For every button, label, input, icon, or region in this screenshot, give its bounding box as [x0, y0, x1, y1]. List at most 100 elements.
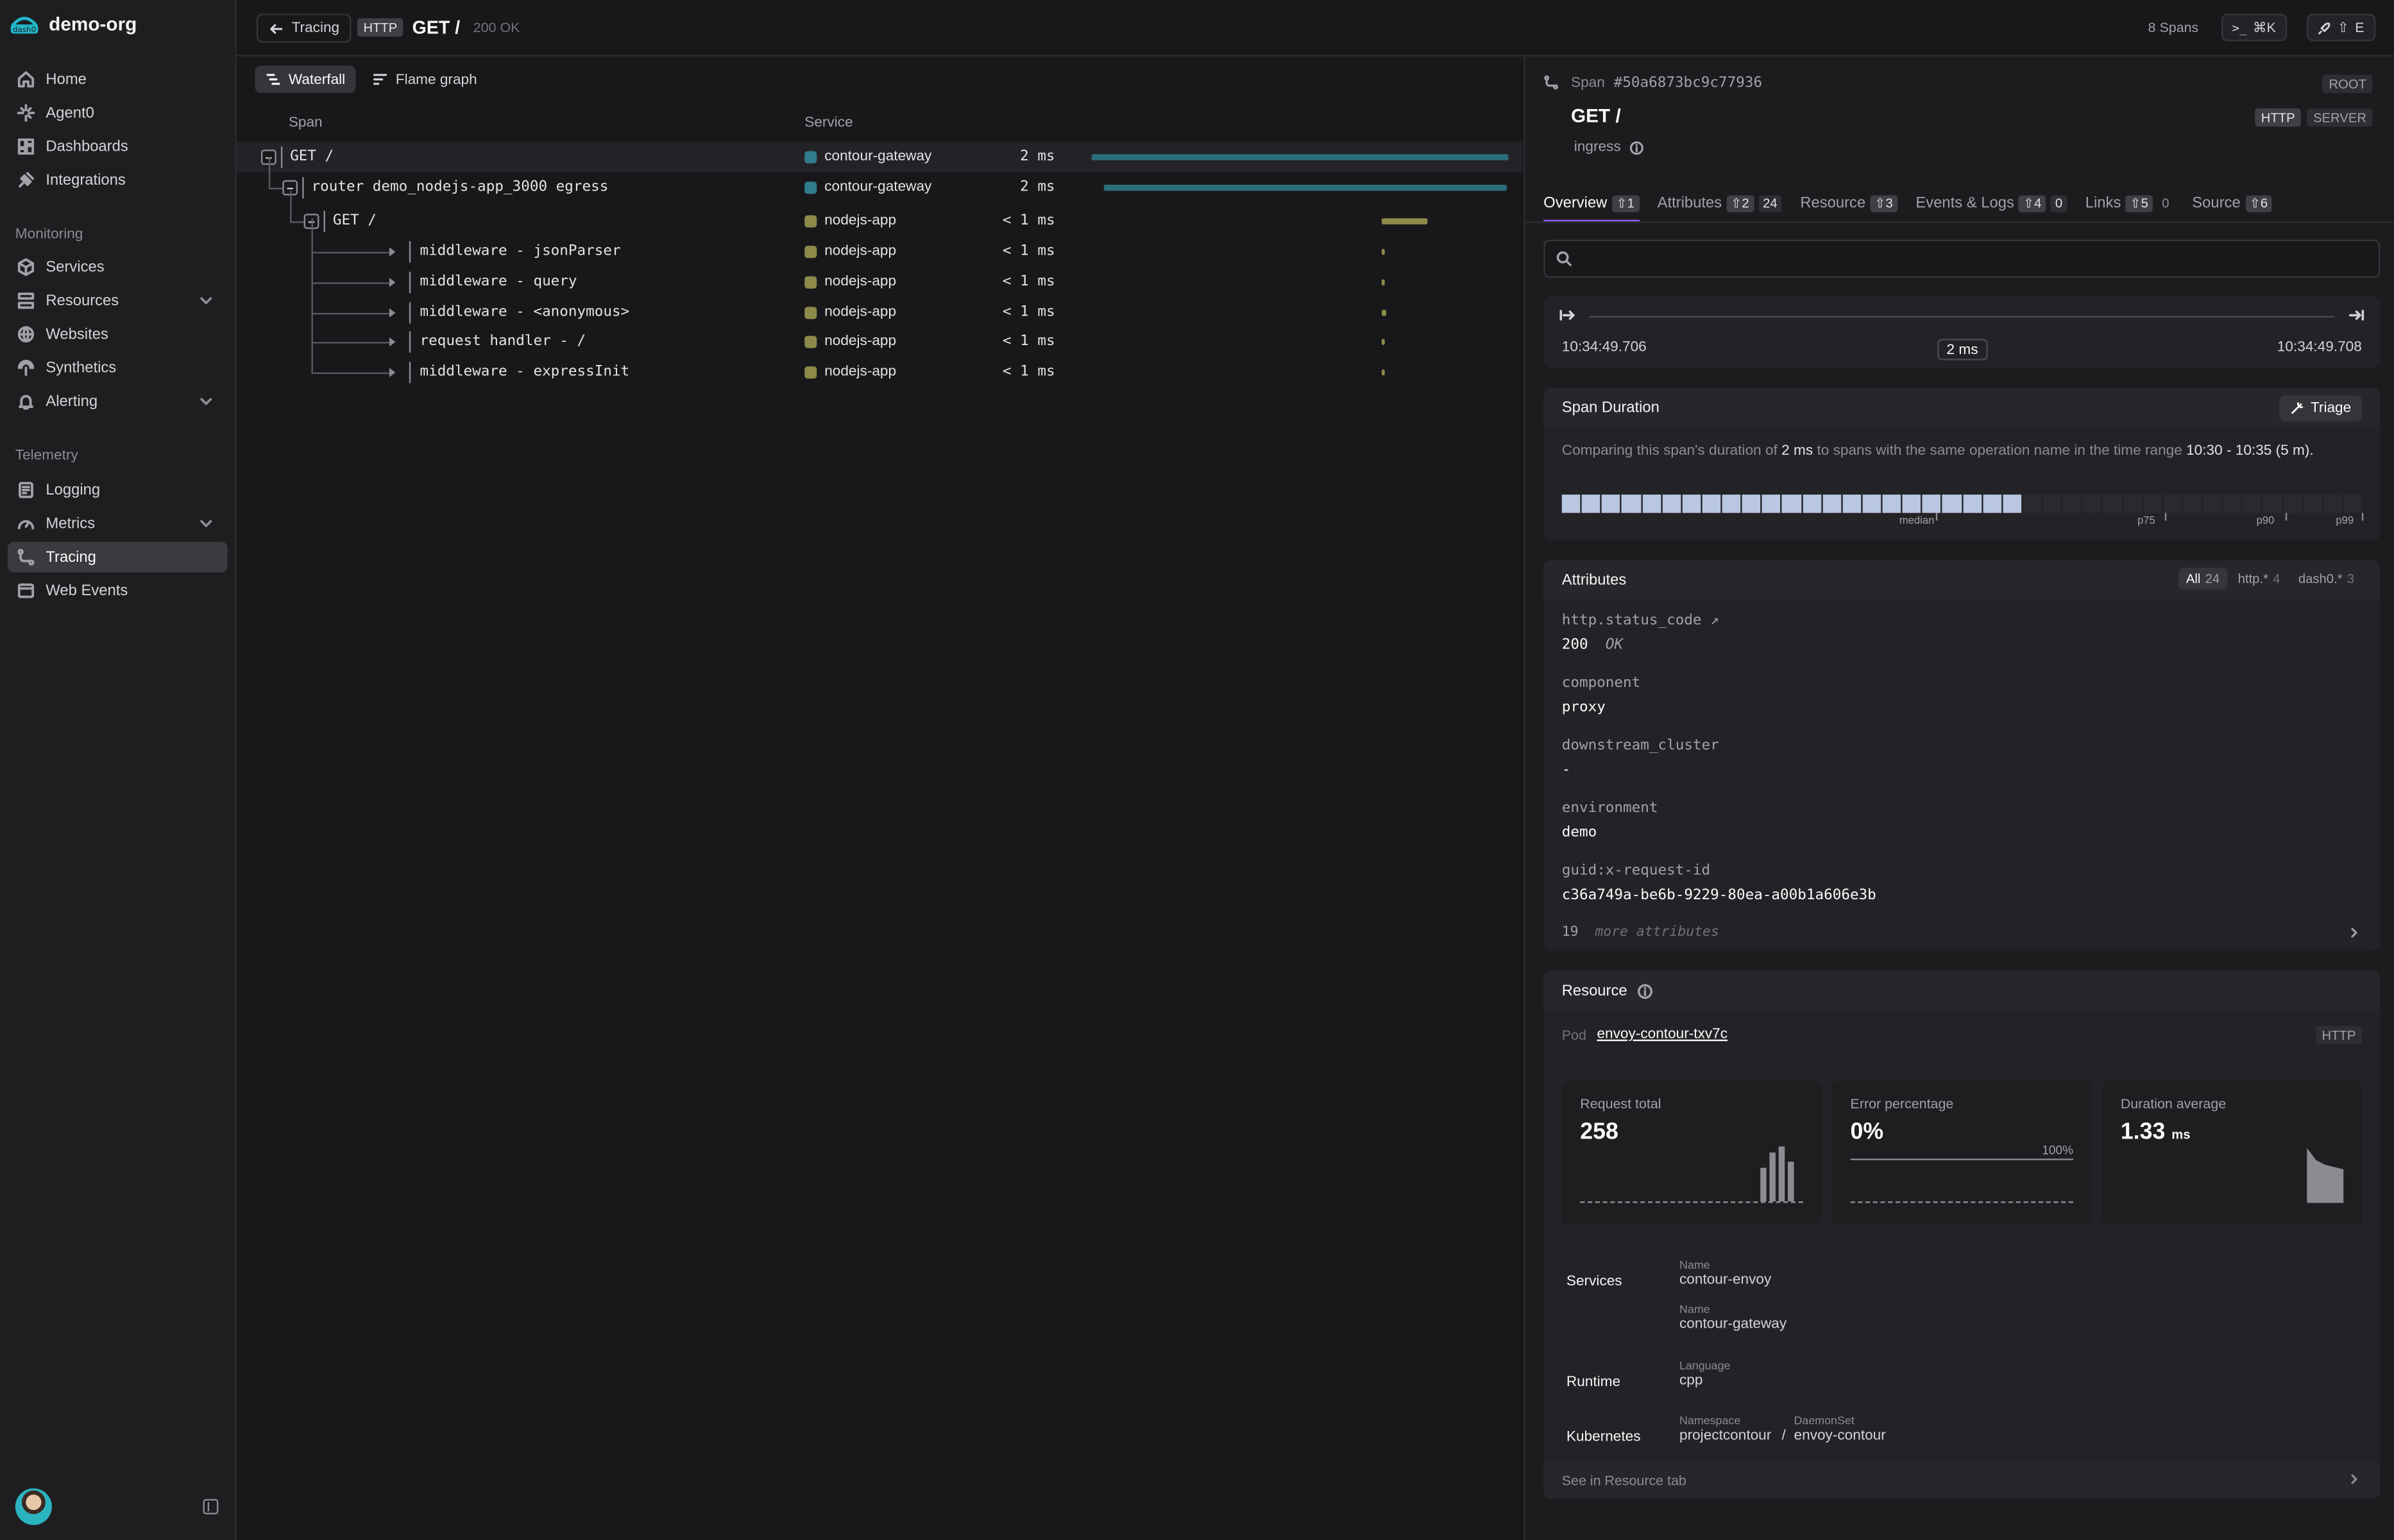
span-row[interactable]: router demo_nodejs-app_3000 egress contou…	[237, 157, 1522, 203]
nav-web-events[interactable]: Web Events	[8, 575, 228, 606]
histogram-bucket	[2343, 495, 2362, 513]
nav-logging[interactable]: Logging	[8, 475, 228, 505]
server-badge: SERVER	[2307, 108, 2373, 127]
span-id[interactable]: #50a6873bc9c77936	[1614, 75, 1762, 92]
tab-shortcut: ⇧ 6	[2245, 194, 2273, 212]
span-row[interactable]: GET / nodejs-app < 1 ms	[237, 190, 1522, 237]
span-row[interactable]: middleware - <anonymous> nodejs-app < 1 ms	[237, 282, 1522, 328]
back-label: Tracing	[291, 19, 340, 37]
filter-count: 24	[2205, 571, 2220, 586]
nav-home[interactable]: Home	[8, 64, 228, 95]
nav-alerting[interactable]: Alerting	[8, 386, 228, 417]
tab-source[interactable]: Source ⇧ 6	[2192, 185, 2273, 221]
nav-metrics[interactable]: Metrics	[8, 509, 228, 539]
span-row[interactable]: middleware - query nodejs-app < 1 ms	[237, 251, 1522, 298]
timeline-duration: 2 ms	[1937, 339, 1987, 360]
histogram-bucket	[1561, 495, 1581, 513]
span-duration-bar[interactable]	[1381, 279, 1385, 286]
runtime-label: Runtime	[1566, 1374, 1621, 1391]
chevron-down-icon[interactable]	[197, 292, 216, 310]
metric-request-total[interactable]: Request total 258	[1561, 1081, 1822, 1224]
span-duration-bar[interactable]	[1381, 310, 1387, 316]
attribute-component[interactable]: component proxy	[1562, 675, 1641, 716]
shortcut-e-button[interactable]: ⇧ E	[2307, 13, 2375, 42]
attribute-environment[interactable]: environment demo	[1562, 800, 1658, 841]
triage-button[interactable]: Triage	[2280, 395, 2362, 421]
pod-name-link[interactable]: envoy-contour-txv7c	[1597, 1026, 1728, 1042]
span-row[interactable]: middleware - jsonParser nodejs-app < 1 ms	[237, 218, 1522, 267]
span-row[interactable]: request handler - / nodejs-app < 1 ms	[237, 311, 1522, 357]
chevron-down-icon[interactable]	[197, 393, 216, 411]
span-duration-bar[interactable]	[1103, 184, 1507, 191]
nav-label: Synthetics	[46, 359, 117, 377]
attr-key: guid:x-request-id	[1561, 862, 1711, 879]
metric-value: 258	[1580, 1119, 1618, 1146]
org-switcher[interactable]: dash0 demo-org	[9, 12, 137, 37]
span-service: contour-gateway	[804, 178, 931, 196]
span-duration-bar[interactable]	[1381, 248, 1385, 255]
span-name: middleware - <anonymous>	[420, 303, 630, 321]
nav-synthetics[interactable]: Synthetics	[8, 353, 228, 384]
tab-overview[interactable]: Overview ⇧ 1	[1543, 185, 1640, 223]
more-attributes-link[interactable]: 19 more attributes	[1562, 925, 1719, 940]
tab-resource[interactable]: Resource ⇧ 3	[1800, 185, 1897, 221]
span-row[interactable]: GET / contour-gateway 2 ms	[236, 142, 1522, 173]
tab-attributes[interactable]: Attributes ⇧ 2 24	[1658, 185, 1782, 221]
filter-http[interactable]: http.* 4	[2230, 568, 2288, 589]
desc-duration: 2 ms	[1781, 443, 1813, 460]
nav-agent0[interactable]: Agent0	[8, 97, 228, 128]
span-row[interactable]: middleware - expressInit nodejs-app < 1 ms	[237, 342, 1522, 388]
nav-integrations[interactable]: Integrations	[8, 165, 228, 196]
user-avatar[interactable]	[15, 1488, 52, 1525]
chevron-down-icon[interactable]	[197, 514, 216, 533]
histogram-bucket	[1782, 495, 1801, 513]
span-service: nodejs-app	[804, 212, 896, 229]
span-duration: 2 ms	[1020, 178, 1055, 196]
nav-websites[interactable]: Websites	[8, 319, 228, 350]
attribute-downstream-cluster[interactable]: downstream_cluster -	[1562, 738, 1719, 779]
info-icon[interactable]	[1629, 140, 1644, 155]
tab-events-logs[interactable]: Events & Logs ⇧ 4 0	[1915, 185, 2067, 221]
nav-tracing[interactable]: Tracing	[7, 541, 228, 573]
span-duration-bar[interactable]	[1381, 339, 1385, 345]
tab-label: Overview	[1543, 194, 1608, 212]
histogram-bucket	[1702, 495, 1721, 513]
filter-all[interactable]: All 24	[2178, 568, 2228, 589]
nav-dashboards[interactable]: Dashboards	[8, 131, 228, 162]
tab-waterfall[interactable]: Waterfall	[255, 65, 356, 94]
tab-shortcut: ⇧ 3	[1870, 194, 1897, 212]
command-palette-button[interactable]: >_ ⌘K	[2221, 13, 2287, 42]
span-duration-bar[interactable]	[1381, 369, 1385, 376]
sidebar-collapse-icon[interactable]	[203, 1499, 219, 1514]
nav-services[interactable]: Services	[8, 252, 228, 283]
metric-duration-average[interactable]: Duration average 1.33 ms	[2102, 1081, 2362, 1224]
tab-label: Events & Logs	[1915, 194, 2014, 212]
search-input[interactable]	[1543, 239, 2381, 278]
tab-links[interactable]: Links ⇧ 5 0	[2085, 185, 2174, 221]
daemonset-value[interactable]: envoy-contour	[1794, 1427, 1886, 1444]
attr-key: downstream_cluster	[1561, 737, 1719, 754]
attribute-http-status-code[interactable]: http.status_code ↗ 200 OK	[1562, 612, 1719, 653]
filter-dash0[interactable]: dash0.* 3	[2291, 568, 2362, 589]
external-link-icon[interactable]: ↗	[1710, 612, 1719, 629]
tree-connector	[311, 251, 389, 254]
nav-resources[interactable]: Resources	[8, 285, 228, 316]
back-to-tracing-button[interactable]: Tracing	[256, 13, 352, 43]
tab-flame-graph[interactable]: Flame graph	[362, 65, 488, 93]
namespace-value[interactable]: projectcontour	[1679, 1427, 1771, 1444]
histogram-bucket	[1802, 495, 1821, 513]
attr-value: 200 OK	[1562, 636, 1719, 653]
histogram-bucket	[2162, 495, 2182, 513]
chevron-right-icon[interactable]	[2347, 925, 2362, 940]
service-name-value[interactable]: contour-gateway	[1679, 1316, 1787, 1333]
metric-error-percentage[interactable]: Error percentage 0% 100%	[1832, 1081, 2092, 1224]
span-duration-bar[interactable]	[1381, 218, 1428, 224]
info-icon[interactable]	[1636, 983, 1653, 999]
service-name-value[interactable]: contour-envoy	[1679, 1272, 1771, 1289]
attribute-request-id[interactable]: guid:x-request-id c36a749a-be6b-9229-80e…	[1562, 863, 1876, 904]
histogram-bucket	[1581, 495, 1600, 513]
span-duration-bar[interactable]	[1091, 154, 1509, 160]
histogram-bucket	[2303, 495, 2322, 513]
see-in-resource-tab-link[interactable]: See in Resource tab	[1543, 1462, 2381, 1500]
p90-label: p90	[2256, 516, 2275, 527]
